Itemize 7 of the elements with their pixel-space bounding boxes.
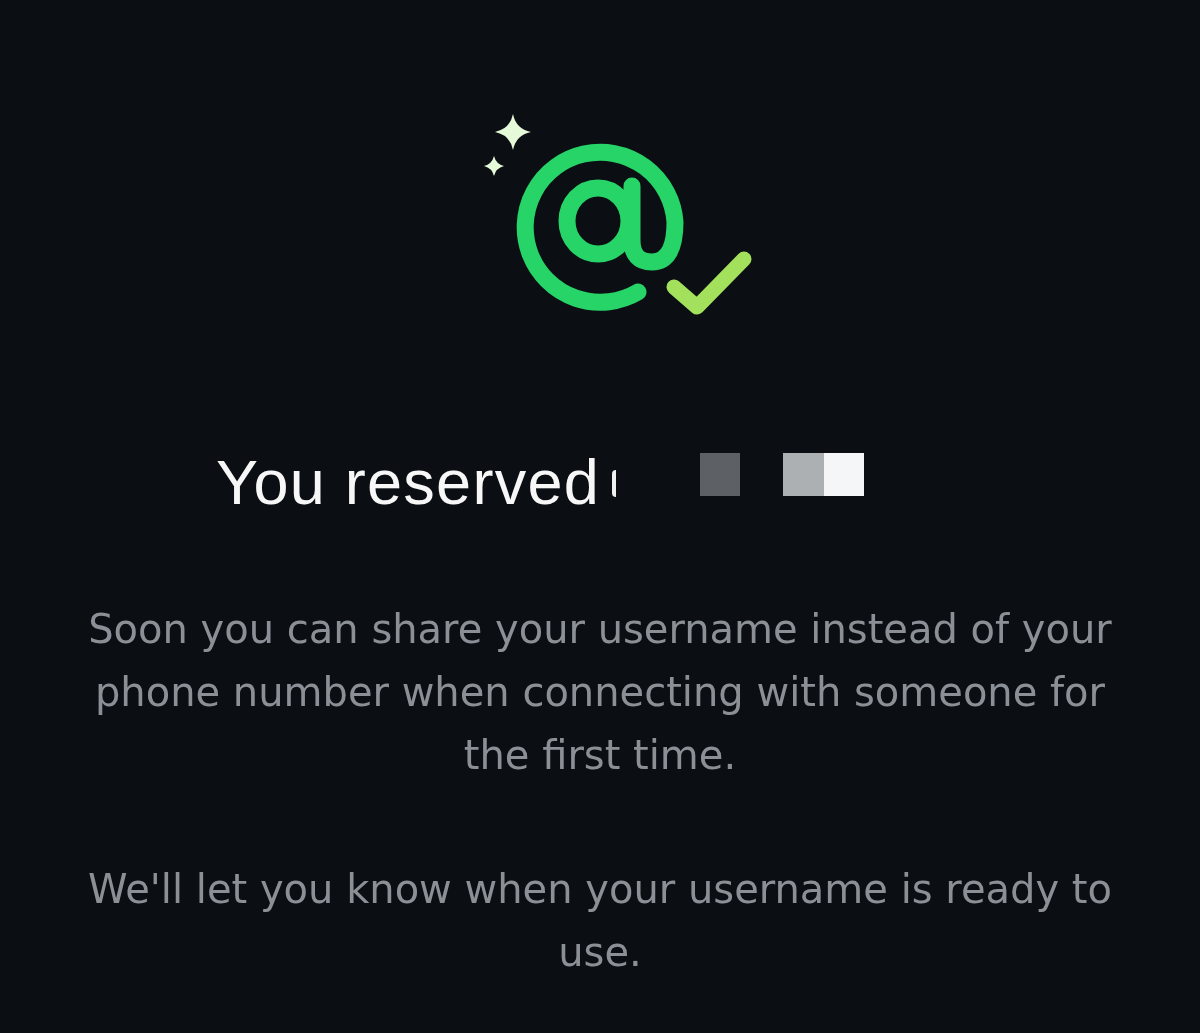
- checkmark-icon: [666, 251, 752, 315]
- at-sign-icon: [516, 143, 684, 311]
- heading: You reserved: [215, 446, 600, 519]
- sparkle-icon: [484, 156, 504, 176]
- description-text: Soon you can share your username instead of your phone number when connecting with someone for the first time.: [87, 605, 1113, 780]
- description-text: We'll let you know when your username is ready to use.: [87, 865, 1113, 977]
- sparkle-icon: [495, 114, 531, 150]
